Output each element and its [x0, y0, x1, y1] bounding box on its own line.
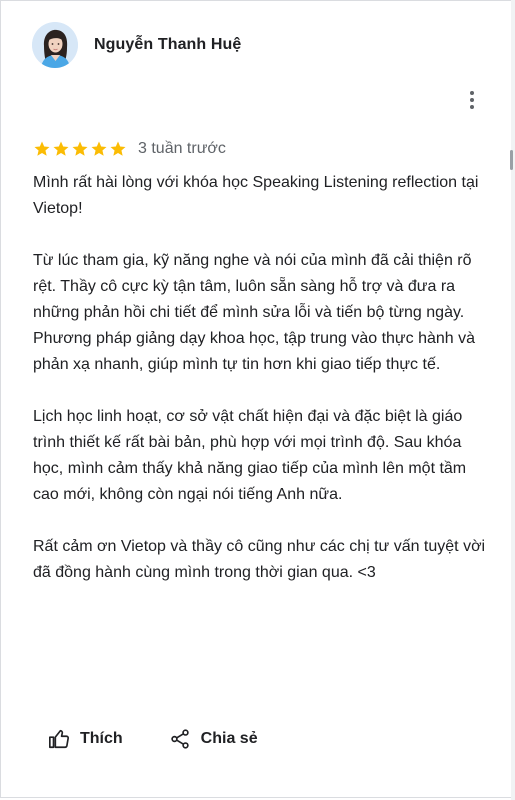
- share-label: Chia sẻ: [200, 730, 258, 747]
- star-icon: [34, 141, 50, 156]
- star-icon: [53, 141, 69, 156]
- like-label: Thích: [80, 730, 123, 747]
- avatar-photo-icon: [32, 22, 78, 68]
- avatar[interactable]: [32, 22, 78, 68]
- review-actions: Thích Chia sẻ: [48, 728, 258, 750]
- review-paragraph: Mình rất hài lòng với khóa học Speaking …: [33, 174, 479, 217]
- share-button[interactable]: Chia sẻ: [169, 728, 258, 750]
- scrollbar-thumb[interactable]: [510, 150, 513, 170]
- thumb-up-icon: [49, 729, 70, 749]
- review-time: 3 tuần trước: [138, 140, 226, 157]
- review-paragraph: Rất cảm ơn Vietop và thầy cô cũng như cá…: [33, 538, 486, 581]
- star-icon: [110, 141, 126, 156]
- more-vert-icon-dot: [470, 105, 474, 109]
- more-vert-icon: [470, 91, 474, 95]
- star-icon: [91, 141, 107, 156]
- scroll-track[interactable]: [511, 0, 515, 800]
- review-header: Nguyễn Thanh Huệ: [32, 22, 241, 68]
- rating-row: 3 tuần trước: [33, 140, 226, 158]
- author-name[interactable]: Nguyễn Thanh Huệ: [94, 36, 241, 54]
- star-rating: [33, 140, 127, 158]
- like-button[interactable]: Thích: [48, 728, 123, 750]
- more-vert-icon-dot: [470, 98, 474, 102]
- more-options-button[interactable]: [462, 88, 482, 112]
- review-paragraph: Lịch học linh hoạt, cơ sở vật chất hiện …: [33, 408, 467, 503]
- review-text: Mình rất hài lòng với khóa học Speaking …: [33, 170, 493, 586]
- star-icon: [72, 141, 88, 156]
- review-paragraph: Từ lúc tham gia, kỹ năng nghe và nói của…: [33, 252, 475, 373]
- share-icon: [170, 729, 189, 749]
